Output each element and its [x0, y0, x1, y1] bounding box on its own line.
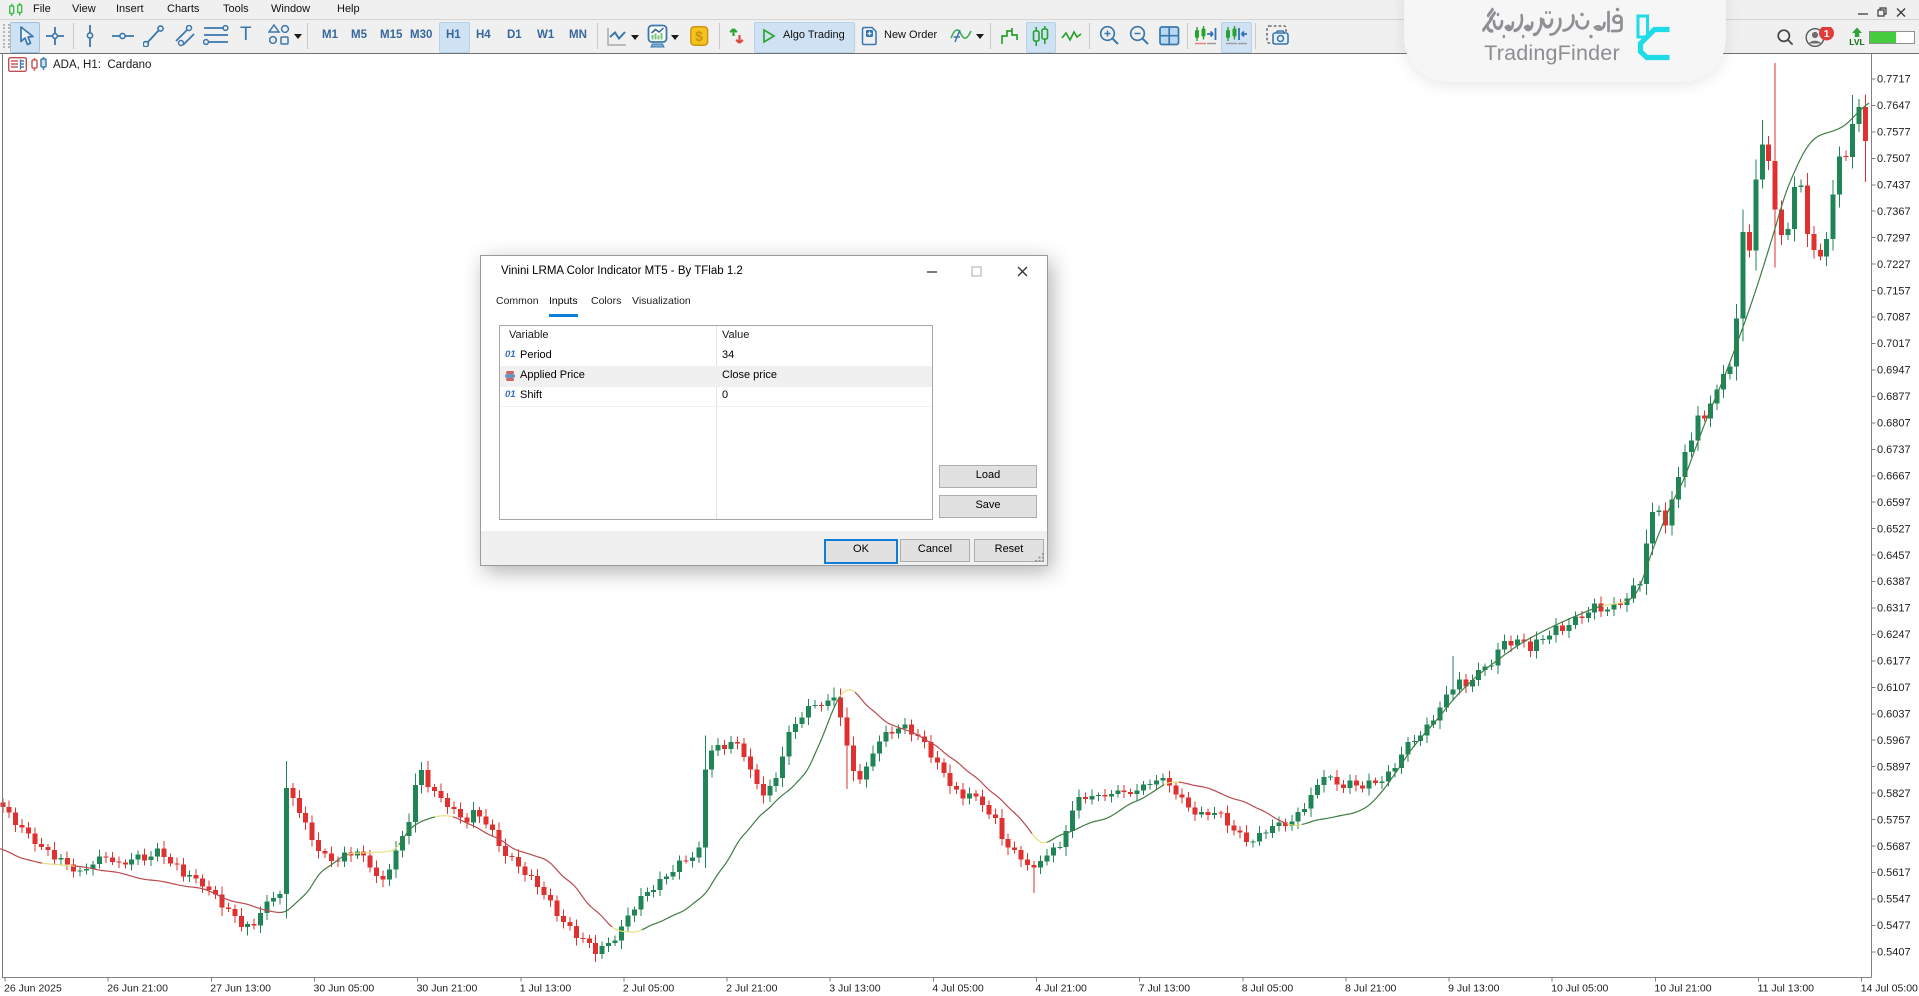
svg-text:0.5897: 0.5897	[1877, 761, 1911, 773]
svg-text:0.6737: 0.6737	[1877, 444, 1911, 456]
svg-text:14 Jul 05:00: 14 Jul 05:00	[1861, 983, 1918, 995]
svg-text:0.7367: 0.7367	[1877, 206, 1911, 218]
svg-text:11 Jul 13:00: 11 Jul 13:00	[1758, 983, 1815, 995]
svg-text:0.5687: 0.5687	[1877, 841, 1911, 853]
svg-text:0.7297: 0.7297	[1877, 232, 1911, 244]
svg-text:1 Jul 13:00: 1 Jul 13:00	[520, 983, 572, 995]
svg-text:26 Jun 21:00: 26 Jun 21:00	[107, 983, 168, 995]
svg-text:10 Jul 21:00: 10 Jul 21:00	[1654, 983, 1711, 995]
svg-text:0.7507: 0.7507	[1877, 153, 1911, 165]
svg-text:0.5757: 0.5757	[1877, 814, 1911, 826]
svg-text:0.5547: 0.5547	[1877, 894, 1911, 906]
svg-text:0.6457: 0.6457	[1877, 550, 1911, 562]
svg-text:0.6527: 0.6527	[1877, 523, 1911, 535]
svg-text:0.6037: 0.6037	[1877, 709, 1911, 721]
svg-text:0.6247: 0.6247	[1877, 629, 1911, 641]
svg-text:0.6667: 0.6667	[1877, 470, 1911, 482]
svg-text:LVL: LVL	[1849, 37, 1864, 47]
svg-text:10 Jul 05:00: 10 Jul 05:00	[1551, 983, 1608, 995]
svg-text:2 Jul 21:00: 2 Jul 21:00	[726, 983, 778, 995]
svg-text:0.5617: 0.5617	[1877, 867, 1911, 879]
svg-text:7 Jul 13:00: 7 Jul 13:00	[1139, 983, 1191, 995]
svg-text:30 Jun 05:00: 30 Jun 05:00	[314, 983, 375, 995]
svg-text:0.7157: 0.7157	[1877, 285, 1911, 297]
svg-text:0.7437: 0.7437	[1877, 180, 1911, 192]
svg-text:0.6807: 0.6807	[1877, 418, 1911, 430]
svg-text:30 Jun 21:00: 30 Jun 21:00	[417, 983, 478, 995]
svg-text:26 Jun 2025: 26 Jun 2025	[4, 983, 62, 995]
svg-text:0.6317: 0.6317	[1877, 603, 1911, 615]
svg-text:4 Jul 05:00: 4 Jul 05:00	[932, 983, 984, 995]
svg-text:0.5407: 0.5407	[1877, 947, 1911, 959]
svg-text:0.7577: 0.7577	[1877, 127, 1911, 139]
svg-text:0.5477: 0.5477	[1877, 920, 1911, 932]
svg-text:0.6947: 0.6947	[1877, 365, 1911, 377]
svg-text:0.7087: 0.7087	[1877, 312, 1911, 324]
svg-text:4 Jul 21:00: 4 Jul 21:00	[1036, 983, 1088, 995]
svg-text:27 Jun 13:00: 27 Jun 13:00	[210, 983, 271, 995]
svg-text:3 Jul 13:00: 3 Jul 13:00	[829, 983, 881, 995]
svg-text:0.6877: 0.6877	[1877, 391, 1911, 403]
svg-text:0.6177: 0.6177	[1877, 656, 1911, 668]
svg-text:0.7017: 0.7017	[1877, 338, 1911, 350]
svg-text:8 Jul 21:00: 8 Jul 21:00	[1345, 983, 1397, 995]
svg-text:0.7227: 0.7227	[1877, 259, 1911, 271]
svg-text:0.6597: 0.6597	[1877, 497, 1911, 509]
svg-text:1: 1	[1824, 28, 1830, 40]
svg-text:0.6107: 0.6107	[1877, 682, 1911, 694]
svg-text:0.5827: 0.5827	[1877, 788, 1911, 800]
svg-text:9 Jul 13:00: 9 Jul 13:00	[1448, 983, 1500, 995]
svg-text:0.6387: 0.6387	[1877, 576, 1911, 588]
svg-text:8 Jul 05:00: 8 Jul 05:00	[1242, 983, 1294, 995]
svg-text:2 Jul 05:00: 2 Jul 05:00	[623, 983, 675, 995]
svg-text:0.5967: 0.5967	[1877, 735, 1911, 747]
